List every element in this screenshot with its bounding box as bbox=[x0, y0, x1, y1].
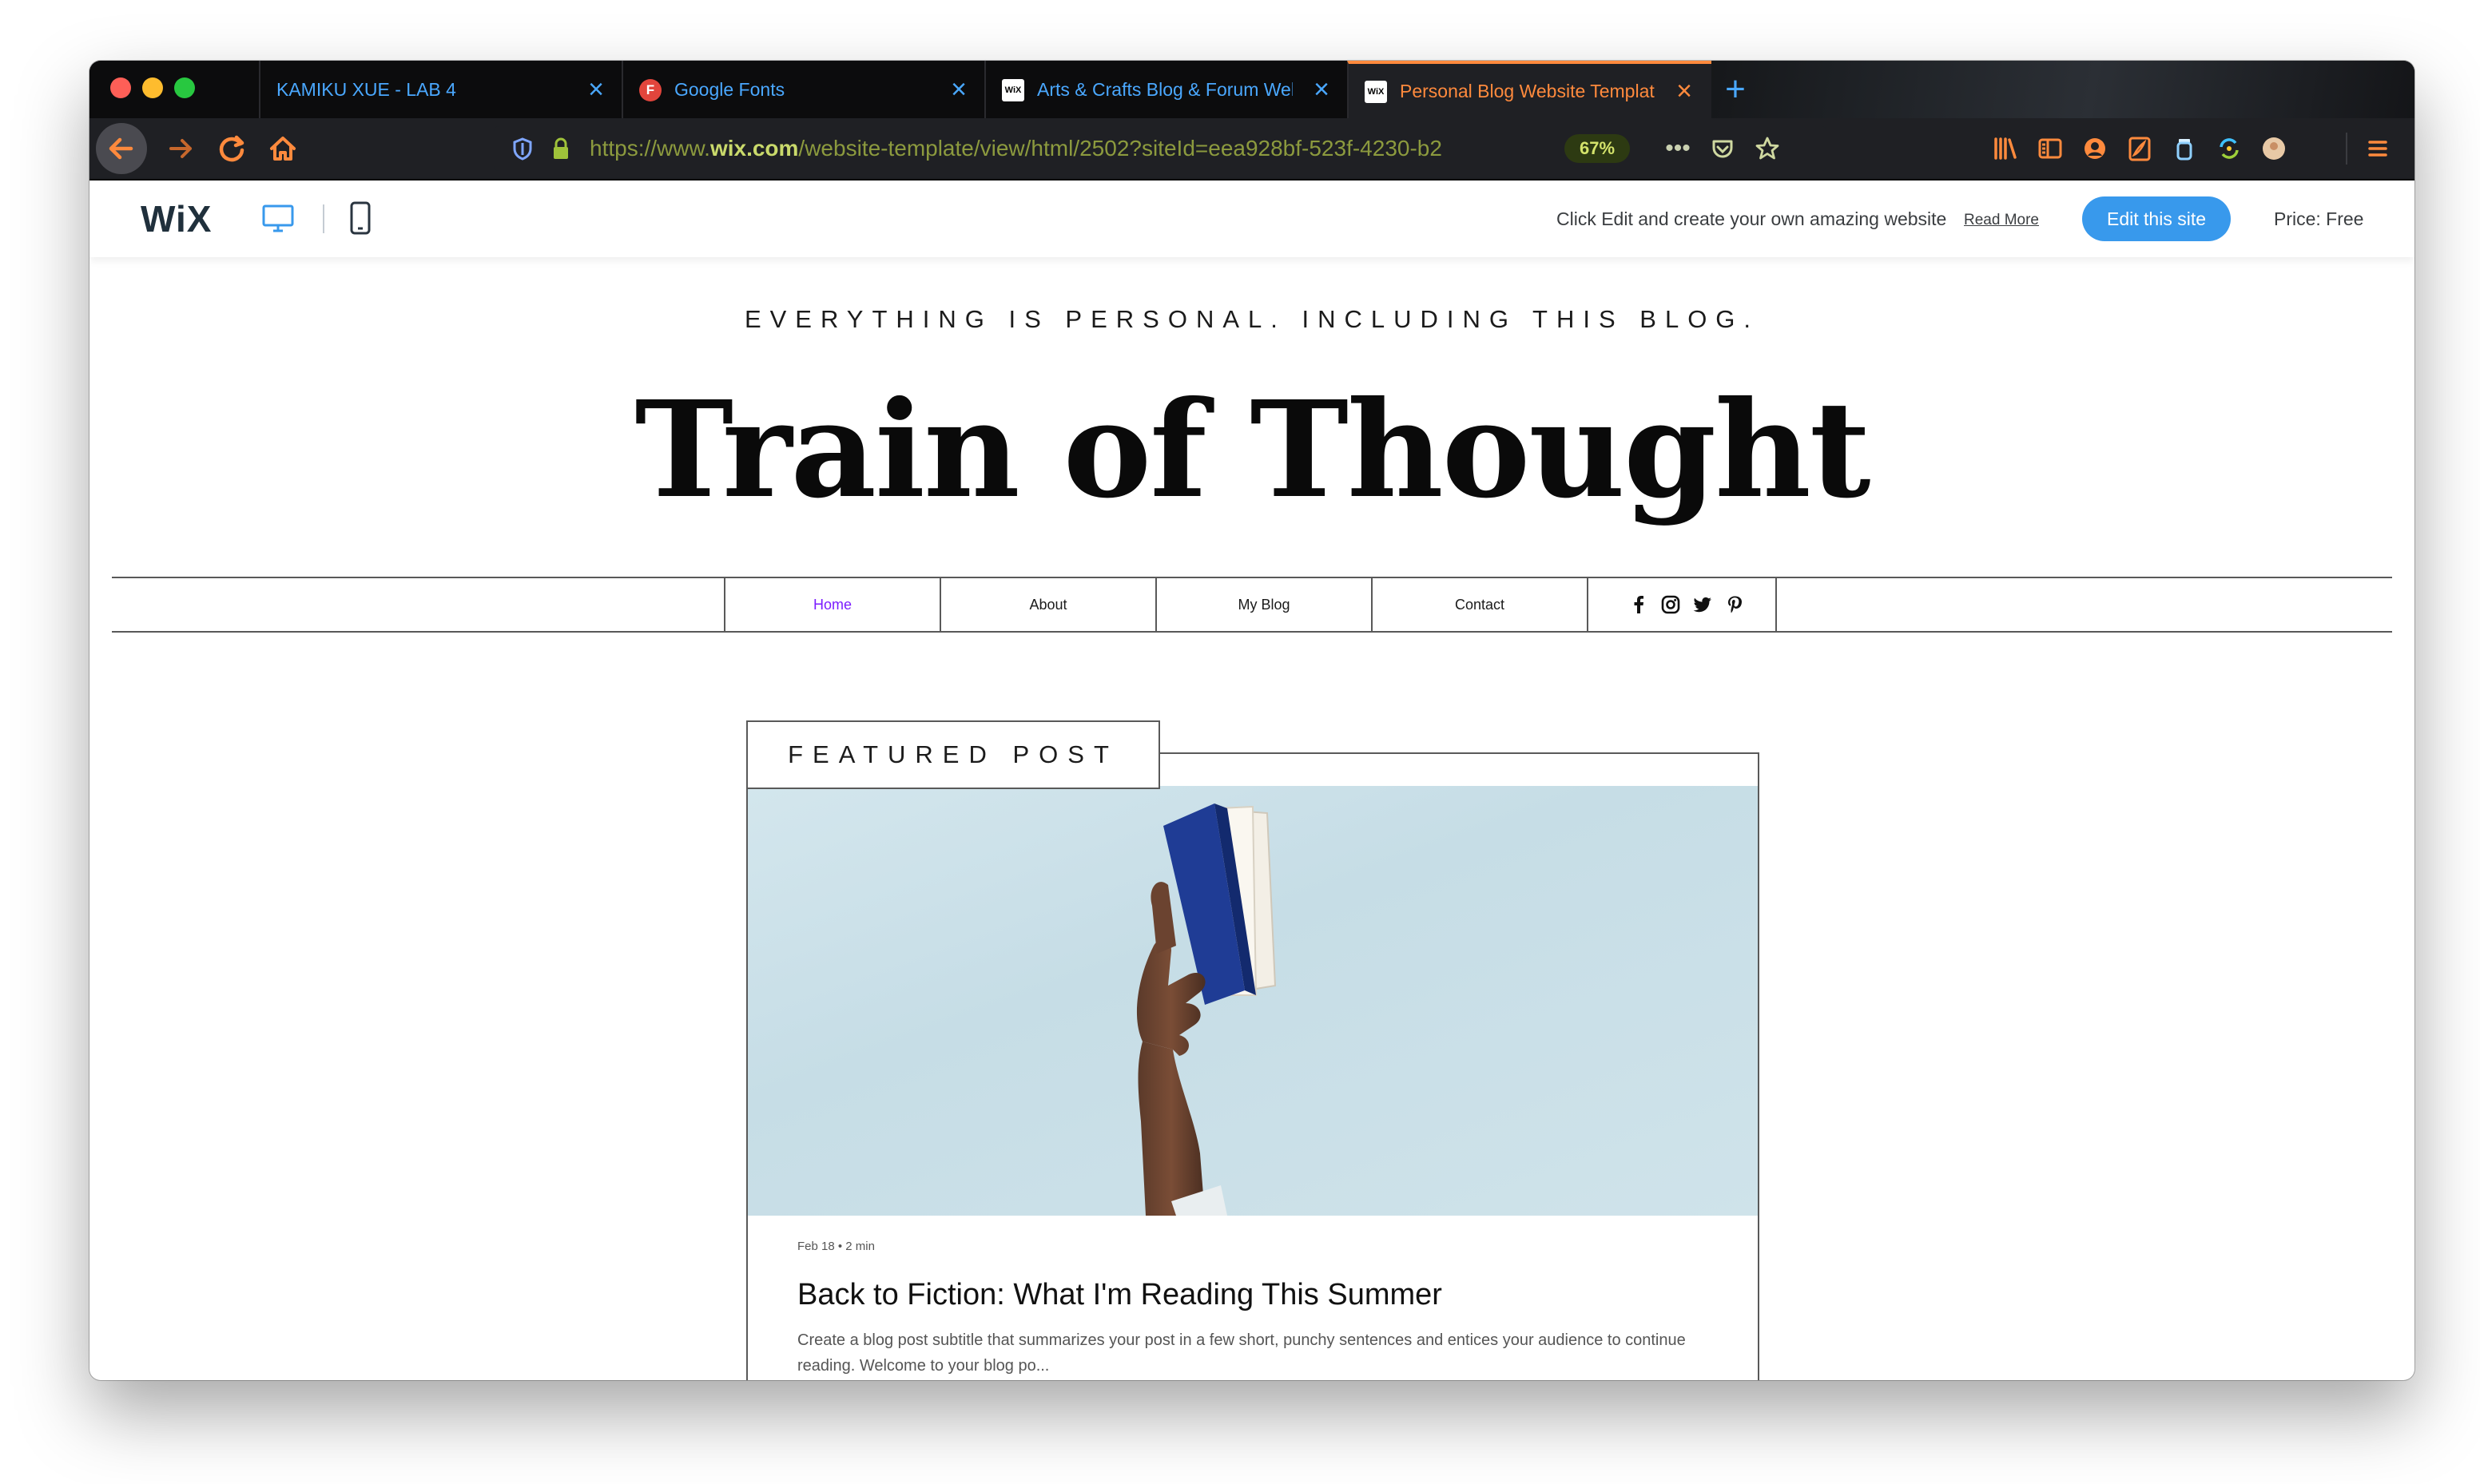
pdf-extension-icon[interactable] bbox=[2124, 133, 2156, 165]
tab-label: Personal Blog Website Templat bbox=[1400, 81, 1655, 101]
menu-bottom-rule bbox=[112, 631, 2392, 633]
close-tab-icon[interactable]: × bbox=[946, 76, 972, 103]
menu-end-rule bbox=[1775, 578, 1777, 631]
new-tab-icon[interactable]: + bbox=[1718, 72, 1753, 107]
social-bar bbox=[1628, 578, 1745, 631]
google-fonts-favicon-icon: F bbox=[639, 79, 662, 101]
library-icon[interactable] bbox=[1989, 133, 2021, 165]
wix-preview-bar: WiX Click Edit and create your own amazi… bbox=[89, 181, 2414, 257]
wix-cta-text: Click Edit and create your own amazing w… bbox=[1556, 208, 1947, 229]
url-prefix: https://www. bbox=[590, 136, 710, 161]
site-title[interactable]: Train of Thought bbox=[89, 371, 2414, 530]
back-button[interactable] bbox=[96, 123, 147, 174]
wix-favicon-icon: WiX bbox=[1002, 79, 1024, 101]
close-tab-icon[interactable]: × bbox=[583, 76, 609, 103]
pocket-icon[interactable] bbox=[1707, 133, 1739, 165]
price-label: Price: Free bbox=[2274, 208, 2364, 229]
extension-jar-icon[interactable] bbox=[2168, 133, 2200, 165]
mobile-view-icon[interactable] bbox=[350, 201, 371, 235]
tracking-protection-shield-icon[interactable] bbox=[507, 133, 539, 165]
page-actions-more-icon[interactable]: ••• bbox=[1662, 133, 1694, 165]
device-divider bbox=[323, 204, 324, 233]
sync-extension-icon[interactable] bbox=[2213, 133, 2245, 165]
pinterest-icon[interactable] bbox=[1724, 594, 1745, 615]
zoom-level-badge[interactable]: 67% bbox=[1564, 134, 1630, 163]
tab-google-fonts[interactable]: F Google Fonts × bbox=[622, 61, 986, 118]
home-icon bbox=[270, 137, 296, 161]
twitter-icon[interactable] bbox=[1692, 594, 1713, 615]
tab-personal-blog[interactable]: WiX Personal Blog Website Templat × bbox=[1347, 61, 1711, 118]
read-more-link[interactable]: Read More bbox=[1964, 182, 2039, 259]
instagram-icon[interactable] bbox=[1660, 594, 1681, 615]
back-arrow-icon bbox=[109, 137, 133, 160]
post-meta: Feb 18 • 2 min bbox=[797, 1240, 875, 1253]
desktop-view-icon[interactable] bbox=[262, 204, 294, 233]
forward-button[interactable] bbox=[160, 128, 201, 169]
browser-window: KAMIKU XUE - LAB 4 × F Google Fonts × Wi… bbox=[89, 61, 2414, 1380]
reload-button[interactable] bbox=[211, 128, 252, 169]
close-tab-icon[interactable]: × bbox=[1671, 77, 1697, 105]
hand-holding-book-illustration bbox=[1136, 804, 1277, 1216]
reload-icon bbox=[219, 135, 244, 162]
bookmark-star-icon[interactable] bbox=[1751, 133, 1783, 165]
wix-logo[interactable]: WiX bbox=[141, 196, 212, 241]
featured-post-label: FEATURED POST bbox=[746, 720, 1160, 789]
post-excerpt: Create a blog post subtitle that summari… bbox=[797, 1331, 1686, 1375]
featured-post-image[interactable] bbox=[748, 786, 1758, 1216]
url-text[interactable]: https://www.wix.com/website-template/vie… bbox=[590, 126, 1548, 171]
navigation-toolbar: https://www.wix.com/website-template/vie… bbox=[89, 118, 2414, 181]
forward-arrow-icon bbox=[169, 139, 192, 158]
tab-kamiku-lab4[interactable]: KAMIKU XUE - LAB 4 × bbox=[259, 61, 623, 118]
tab-label: Arts & Crafts Blog & Forum Wel bbox=[1037, 79, 1293, 100]
close-tab-icon[interactable]: × bbox=[1309, 76, 1334, 103]
tab-arts-crafts[interactable]: WiX Arts & Crafts Blog & Forum Wel × bbox=[984, 61, 1349, 118]
address-bar[interactable]: https://www.wix.com/website-template/vie… bbox=[494, 126, 1826, 171]
minimize-window-button[interactable] bbox=[142, 77, 163, 98]
url-path: /website-template/view/html/2502?siteId=… bbox=[798, 136, 1442, 161]
nav-item-contact[interactable]: Contact bbox=[1371, 578, 1587, 631]
nav-item-home[interactable]: Home bbox=[724, 578, 940, 631]
tab-label: Google Fonts bbox=[674, 79, 785, 100]
lock-icon[interactable] bbox=[545, 133, 577, 165]
hamburger-menu-icon[interactable] bbox=[2362, 133, 2394, 165]
nav-item-my-blog[interactable]: My Blog bbox=[1155, 578, 1371, 631]
sidebar-icon[interactable] bbox=[2034, 133, 2066, 165]
tab-bar: KAMIKU XUE - LAB 4 × F Google Fonts × Wi… bbox=[89, 61, 2414, 118]
account-icon[interactable] bbox=[2079, 133, 2111, 165]
facebook-icon[interactable] bbox=[1628, 594, 1649, 615]
zoom-window-button[interactable] bbox=[174, 77, 195, 98]
nav-item-about[interactable]: About bbox=[940, 578, 1155, 631]
close-window-button[interactable] bbox=[110, 77, 131, 98]
tab-label: KAMIKU XUE - LAB 4 bbox=[276, 79, 456, 100]
toolbar-divider bbox=[2346, 133, 2347, 165]
site-tagline: EVERYTHING IS PERSONAL. INCLUDING THIS B… bbox=[744, 305, 1760, 333]
edit-this-site-button[interactable]: Edit this site bbox=[2082, 196, 2231, 241]
url-domain: wix.com bbox=[709, 136, 799, 161]
post-title[interactable]: Back to Fiction: What I'm Reading This S… bbox=[797, 1278, 1442, 1312]
avatar[interactable] bbox=[2258, 133, 2290, 165]
home-button[interactable] bbox=[262, 128, 304, 169]
wix-favicon-icon: WiX bbox=[1365, 81, 1387, 103]
